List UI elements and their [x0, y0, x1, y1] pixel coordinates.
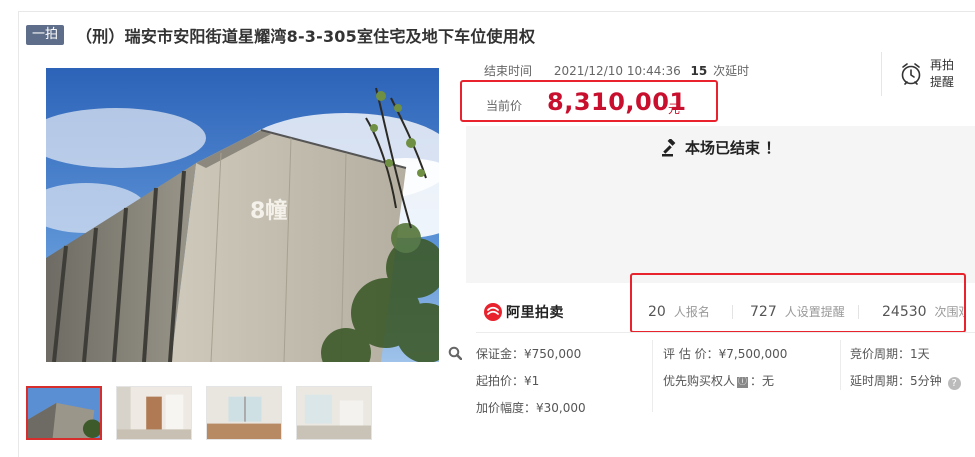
- priority-buyer-label: 优先购买权人: [663, 374, 736, 388]
- delay-count: 15: [690, 64, 708, 78]
- thumbnail-room-doorway[interactable]: [116, 386, 192, 440]
- bidding-cycle-label: 竞价周期：: [850, 347, 911, 361]
- auction-ended-message: 本场已结束 ！: [661, 137, 780, 158]
- stat-views: 24530 次围观: [882, 303, 964, 320]
- delay-period-value: 5分钟: [910, 374, 942, 388]
- title-row: 一拍 （刑）瑞安市安阳街道星耀湾8-3-305室住宅及地下车位使用权: [26, 24, 535, 46]
- stat-registered: 20 人报名: [648, 303, 710, 320]
- deposit-value: ¥750,000: [524, 347, 582, 361]
- info-tag-icon: ⓘ: [737, 377, 749, 388]
- current-price-label: 当前价: [486, 99, 523, 113]
- remind-label-line2: 提醒: [930, 75, 955, 89]
- stat-divider: [732, 305, 733, 319]
- bidding-cycle-value: 1天: [910, 347, 930, 361]
- auction-status-panel: 本场已结束 ！: [466, 126, 975, 283]
- stat-views-label: 次围观: [934, 305, 964, 319]
- alibaba-auction-logo[interactable]: 阿里拍卖: [484, 302, 564, 322]
- end-time-label: 结束时间: [484, 64, 533, 78]
- stat-registered-label: 人报名: [673, 305, 710, 319]
- column-divider: [652, 340, 653, 412]
- end-time-value: 2021/12/10 10:44:36: [553, 64, 681, 78]
- stat-views-count: 24530: [882, 304, 927, 320]
- appraisal-value: ¥7,500,000: [718, 347, 788, 361]
- priority-buyer-value: ：无: [750, 374, 775, 388]
- stat-divider: [858, 305, 859, 319]
- increment-info: 加价幅度：¥30,000: [476, 399, 586, 416]
- delay-period-info: 延时周期：5分钟?: [850, 372, 961, 390]
- increment-value: ¥30,000: [536, 401, 586, 415]
- stat-reminders: 727 人设置提醒: [750, 303, 845, 320]
- frame-left-border: [18, 11, 19, 457]
- end-time-row: 结束时间 2021/12/10 10:44:36 15 次延时: [484, 62, 749, 79]
- stat-reminders-label: 人设置提醒: [784, 305, 845, 319]
- thumbnail-building-exterior[interactable]: [26, 386, 102, 440]
- thumbnail-room-window[interactable]: [206, 386, 282, 440]
- column-divider: [840, 340, 841, 390]
- delay-count-label: 次延时: [713, 64, 750, 78]
- remind-again-button[interactable]: 再拍 提醒: [881, 52, 975, 96]
- zoom-icon[interactable]: [448, 346, 462, 360]
- remind-label-line1: 再拍: [930, 58, 955, 72]
- deposit-info: 保证金：¥750,000: [476, 345, 581, 362]
- stat-reminders-count: 727: [750, 304, 777, 320]
- deposit-label: 保证金：: [476, 347, 525, 361]
- auction-ended-text: 本场已结束 ！: [685, 139, 781, 157]
- stat-registered-count: 20: [648, 304, 666, 320]
- priority-buyer-info: 优先购买权人 ⓘ ：无: [663, 372, 774, 389]
- building-number-sign: 8幢: [250, 198, 287, 224]
- bidding-cycle-info: 竞价周期：1天: [850, 345, 930, 362]
- start-price-label: 起拍价：: [476, 374, 525, 388]
- current-price-box: 当前价 8,310,001 元: [460, 80, 718, 122]
- auction-round-badge: 一拍: [26, 25, 65, 45]
- appraisal-info: 评 估 价：¥7,500,000: [663, 345, 787, 362]
- participation-stats: 20 人报名 727 人设置提醒 24530 次围观: [630, 273, 966, 333]
- building-photo: 8幢: [46, 68, 439, 362]
- main-building-photo[interactable]: 8幢: [46, 68, 439, 362]
- frame-top-border: [18, 11, 975, 12]
- increment-label: 加价幅度：: [476, 401, 537, 415]
- page-title: （刑）瑞安市安阳街道星耀湾8-3-305室住宅及地下车位使用权: [76, 27, 536, 46]
- help-icon[interactable]: ?: [947, 377, 961, 390]
- start-price-info: 起拍价：¥1: [476, 372, 539, 389]
- thumbnail-room-empty[interactable]: [296, 386, 372, 440]
- gavel-icon: [662, 138, 676, 156]
- auction-logo-icon: [484, 303, 502, 321]
- start-price-value: ¥1: [524, 374, 540, 388]
- details-divider: [476, 332, 975, 333]
- delay-period-label: 延时周期：: [850, 374, 911, 388]
- thumbnail-strip: [26, 386, 386, 440]
- appraisal-label: 评 估 价：: [663, 347, 719, 361]
- current-price-unit: 元: [668, 102, 681, 116]
- current-price-value: 8,310,001: [547, 88, 687, 116]
- logo-text: 阿里拍卖: [506, 305, 564, 321]
- alarm-clock-icon: [901, 63, 921, 85]
